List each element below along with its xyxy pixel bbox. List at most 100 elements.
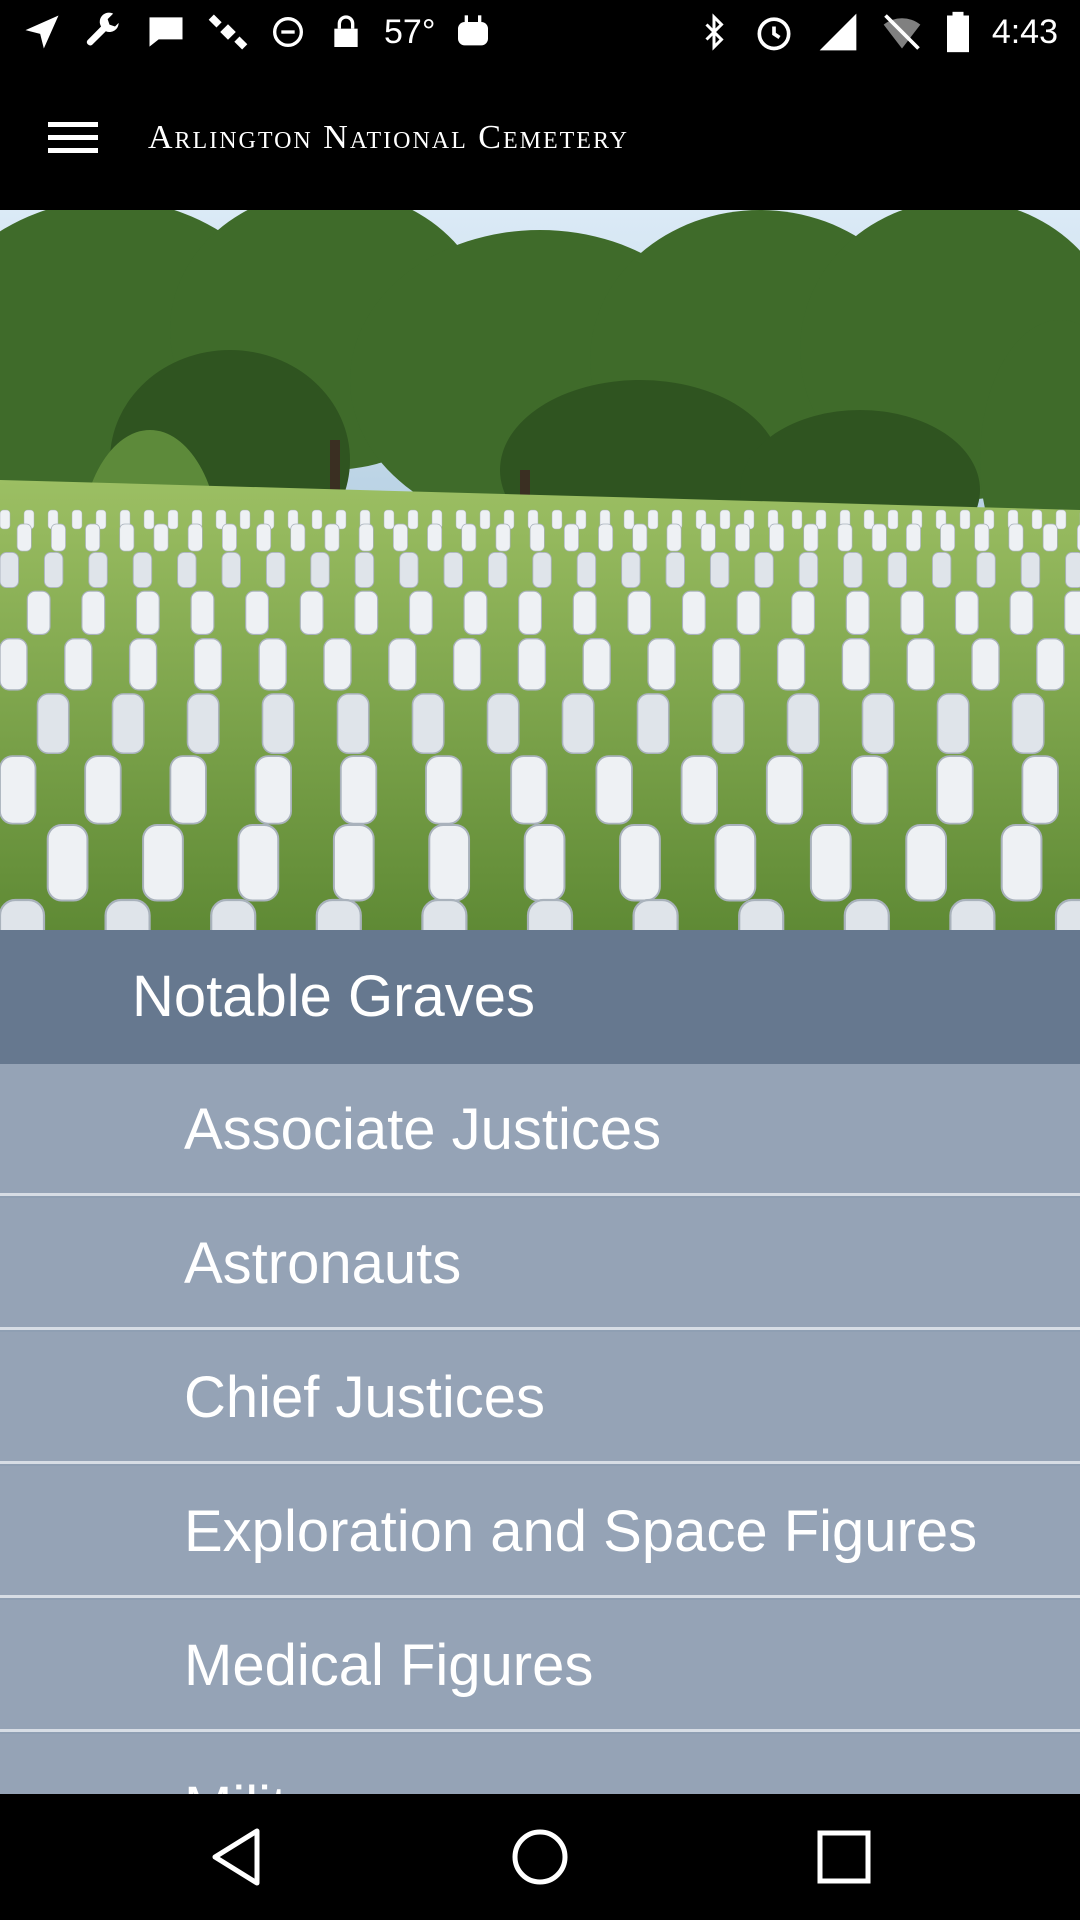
headstone (623, 509, 635, 530)
list-item-astronauts[interactable]: Astronauts (0, 1198, 1080, 1330)
headstone (383, 509, 395, 530)
headstone (776, 637, 806, 691)
headstone (532, 551, 552, 589)
headstone (572, 590, 597, 635)
headstone (887, 509, 899, 530)
list-item-chief-justices[interactable]: Chief Justices (0, 1332, 1080, 1464)
recents-icon[interactable] (804, 1817, 884, 1897)
headstone (265, 551, 286, 589)
hamburger-menu-icon[interactable] (40, 108, 106, 168)
headstone (315, 898, 362, 930)
headstone (837, 523, 853, 552)
headstone (632, 523, 648, 552)
satellite-icon (206, 10, 250, 54)
headstone (738, 898, 785, 930)
wrench-icon (82, 10, 126, 54)
headstone (143, 509, 155, 530)
headstone (517, 637, 547, 691)
headstone (887, 551, 907, 589)
headstone (486, 693, 520, 755)
headstone (256, 523, 272, 552)
headstone (258, 637, 287, 691)
headstone (900, 590, 925, 635)
headstone (245, 590, 270, 635)
headstone (754, 551, 774, 589)
section-header-notable-graves[interactable]: Notable Graves (0, 930, 1080, 1064)
headstone (1042, 523, 1058, 552)
headstone (734, 523, 750, 552)
headstone (169, 755, 207, 825)
headstone (339, 755, 378, 825)
headstone (1009, 590, 1034, 635)
headstone (0, 898, 46, 930)
headstone (167, 509, 179, 530)
headstone (187, 523, 203, 552)
headstone (680, 755, 718, 825)
headstone (845, 590, 870, 635)
headstone (976, 551, 996, 589)
list-item-exploration-and-space-figures[interactable]: Exploration and Space Figures (0, 1466, 1080, 1598)
system-navigation-bar (0, 1794, 1080, 1920)
navigation-arrow-icon (20, 10, 64, 54)
list-item-label: Chief Justices (184, 1365, 546, 1430)
list-item-associate-justices[interactable]: Associate Justices (0, 1064, 1080, 1196)
headstone (388, 637, 417, 691)
headstone (974, 523, 990, 552)
headstone (84, 755, 122, 825)
headstone (104, 898, 151, 930)
headstone (0, 755, 37, 825)
headstone (427, 523, 443, 552)
headstone (336, 693, 370, 755)
headstone (0, 637, 28, 691)
headstone (1031, 509, 1043, 530)
headstone (1064, 590, 1080, 635)
headstone (736, 590, 761, 635)
headstone (428, 823, 471, 902)
back-icon[interactable] (196, 1817, 276, 1897)
headstone (239, 509, 251, 530)
headstone (16, 523, 32, 552)
home-icon[interactable] (500, 1817, 580, 1897)
headstone (905, 823, 948, 902)
headstone (551, 509, 563, 530)
headstone (714, 823, 757, 902)
headstone (36, 693, 70, 755)
headstone (709, 551, 730, 589)
list-item-military[interactable]: Military (0, 1734, 1080, 1794)
headstone (299, 590, 324, 635)
headstone (786, 693, 820, 755)
headstone (487, 551, 508, 589)
battery-icon (944, 10, 972, 54)
headstone (479, 509, 491, 530)
bluetooth-icon (696, 10, 732, 54)
lock-icon (326, 12, 366, 52)
clock-text: 4:43 (991, 12, 1058, 51)
status-icons-right: 4:43 (696, 8, 1058, 56)
headstone (1036, 637, 1065, 691)
headstone (221, 523, 237, 552)
headstone (843, 551, 863, 589)
wifi-off-icon (880, 10, 924, 54)
headstone (526, 898, 574, 930)
headstone (666, 523, 682, 552)
headstone (619, 823, 661, 902)
app-bar: Arlington National Cemetery (0, 64, 1080, 210)
headstone (310, 551, 330, 589)
headstone (425, 755, 463, 825)
headstone (332, 823, 375, 902)
headstone (43, 551, 64, 589)
headstone (81, 590, 106, 635)
headstone (64, 637, 93, 691)
headstone (177, 551, 197, 589)
headstone (841, 637, 871, 691)
status-icons-left: 57° (20, 8, 493, 56)
headstone (26, 590, 51, 635)
list-item-medical-figures[interactable]: Medical Figures (0, 1600, 1080, 1732)
list-item-label: Military (184, 1742, 368, 1794)
headstone (595, 755, 633, 825)
headstone (791, 509, 803, 530)
headstone (354, 590, 379, 635)
headstone (254, 755, 292, 825)
headstone (712, 637, 741, 691)
headstone (463, 590, 488, 635)
